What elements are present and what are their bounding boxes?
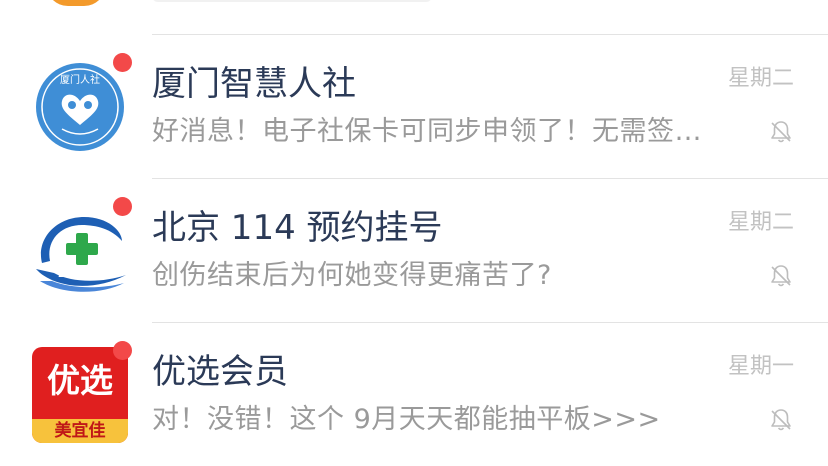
chat-preview: 创伤结束后为何她变得更痛苦了? xyxy=(152,260,552,291)
svg-text:114: 114 xyxy=(58,265,87,281)
xiamen-hrss-logo-icon: 厦门人社 xyxy=(36,63,124,151)
partial-avatar xyxy=(46,0,106,6)
partial-text xyxy=(152,0,432,2)
chat-list-screen: 厦门人社 厦门智慧人社 星期二 好消息！电子社保卡可同步申领了！无需签… 114 xyxy=(0,0,828,466)
logo-text-top: 优选 xyxy=(47,361,113,400)
chat-preview: 好消息！电子社保卡可同步申领了！无需签… xyxy=(152,116,702,147)
mute-bell-icon xyxy=(771,265,791,287)
chat-title: 厦门智慧人社 xyxy=(152,64,356,104)
chat-title: 北京 114 预约挂号 xyxy=(152,208,443,248)
chat-time: 星期二 xyxy=(727,66,794,91)
chat-time: 星期二 xyxy=(727,210,794,235)
partial-chat-item[interactable] xyxy=(0,0,828,34)
chat-title: 优选会员 xyxy=(152,352,288,392)
unread-badge xyxy=(113,53,132,72)
youxuan-logo-icon: 优选 美宜佳 xyxy=(32,347,128,443)
unread-badge xyxy=(113,197,132,216)
logo-text-bottom: 美宜佳 xyxy=(32,419,128,443)
beijing-114-logo-icon: 114 xyxy=(36,217,126,292)
chat-preview: 对！没错！这个 9月天天都能抽平板>>> xyxy=(152,404,661,435)
chat-time: 星期一 xyxy=(727,354,794,379)
unread-badge xyxy=(113,341,132,360)
mute-bell-icon xyxy=(771,121,791,143)
mute-bell-icon xyxy=(771,409,791,431)
chat-item-xiamen-hrss[interactable]: 厦门人社 厦门智慧人社 星期二 好消息！电子社保卡可同步申领了！无需签… xyxy=(0,35,828,179)
chat-item-youxuan[interactable]: 优选 美宜佳 优选会员 星期一 对！没错！这个 9月天天都能抽平板>>> xyxy=(0,323,828,466)
chat-item-beijing-114[interactable]: 114 北京 114 预约挂号 星期二 创伤结束后为何她变得更痛苦了? xyxy=(0,179,828,323)
svg-text:厦门人社: 厦门人社 xyxy=(60,73,100,86)
